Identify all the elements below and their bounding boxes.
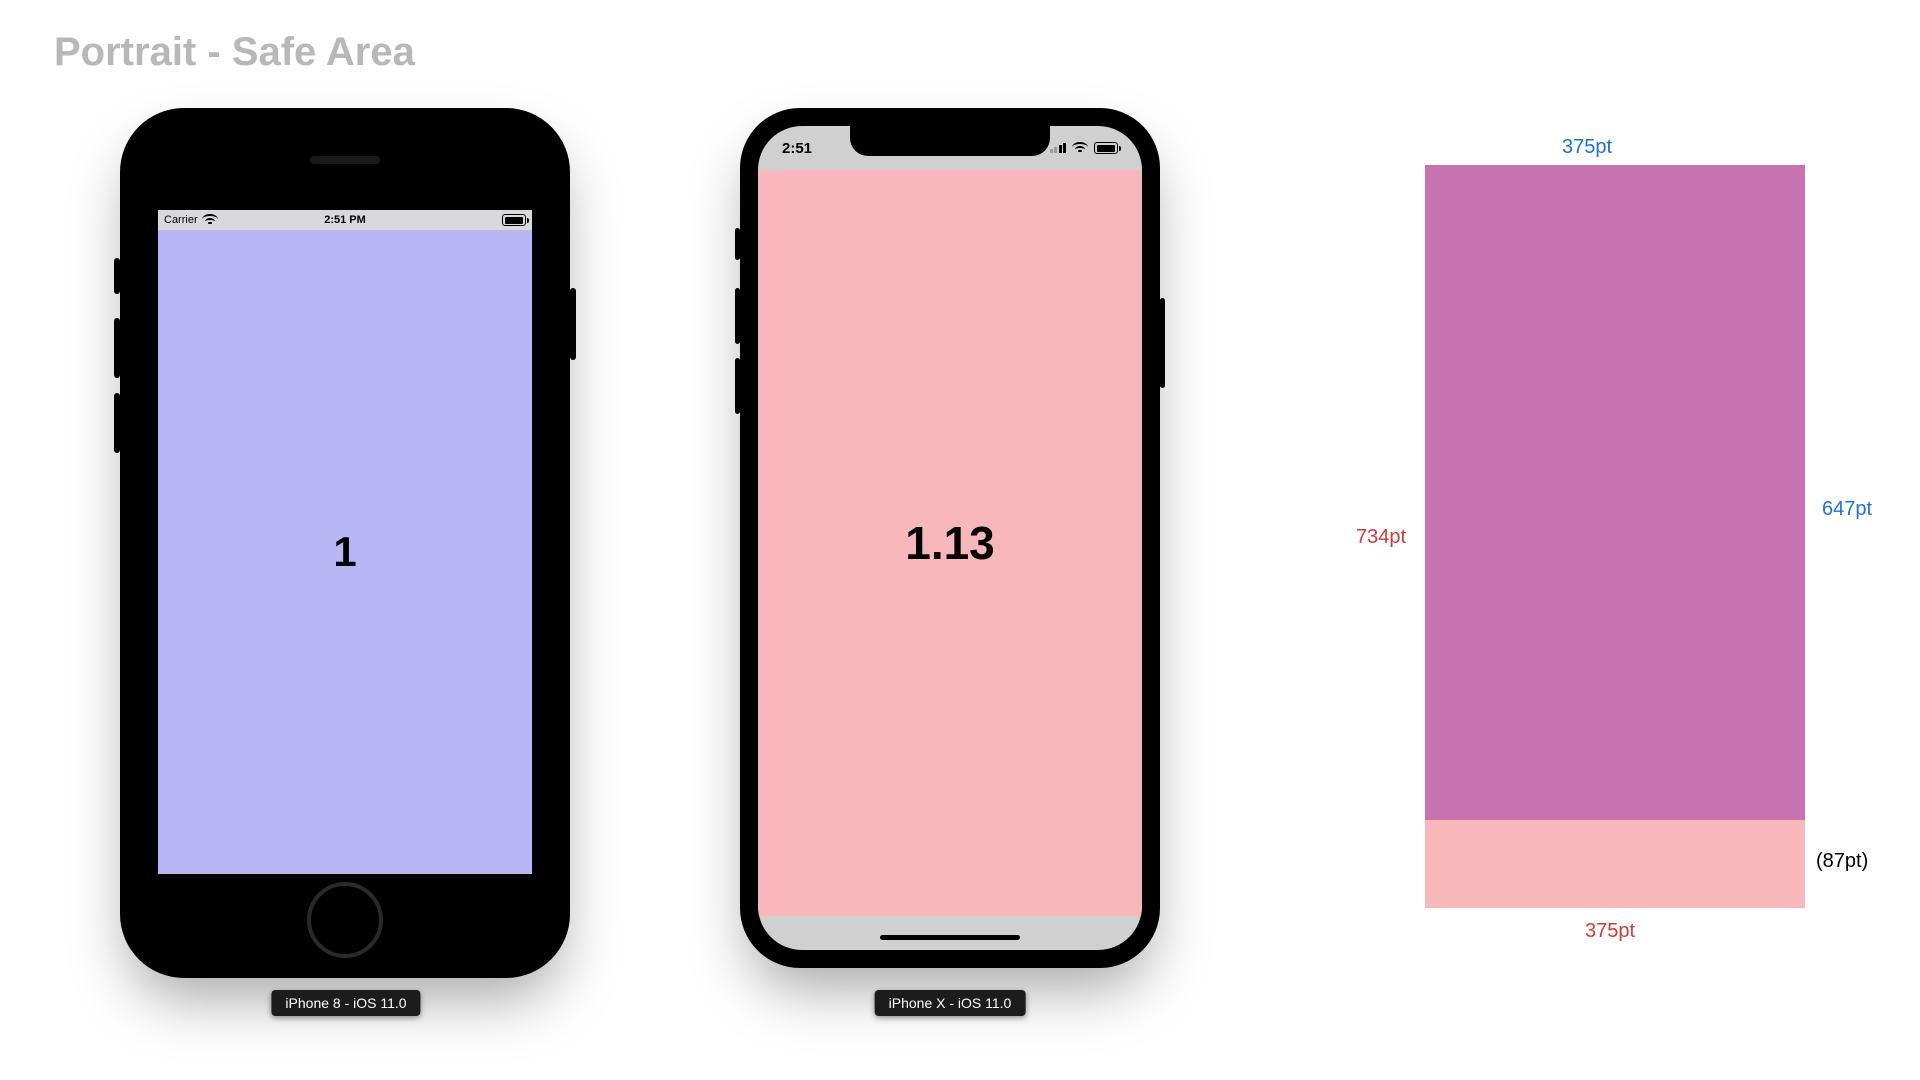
home-button [307, 882, 383, 958]
dim-bottom-width: 375pt [1585, 920, 1635, 943]
mute-switch [735, 228, 740, 260]
wifi-icon [1072, 142, 1088, 154]
device-iphone-8: Carrier 2:51 PM 1 [120, 108, 570, 978]
ratio-value: 1.13 [905, 516, 995, 570]
page-title: Portrait - Safe Area [54, 30, 415, 75]
power-button [1160, 298, 1165, 388]
ratio-value: 1 [333, 528, 356, 576]
mute-switch [114, 258, 120, 294]
safe-area-iphone-8: 1 [158, 230, 532, 874]
safe-area-iphone-x: 1.13 [758, 170, 1142, 916]
notch [850, 126, 1050, 156]
volume-down-button [735, 358, 740, 414]
volume-down-button [114, 393, 120, 453]
status-bar-right [502, 214, 526, 226]
dim-left-height: 734pt [1356, 526, 1406, 549]
caption-iphone-x: iPhone X - iOS 11.0 [875, 990, 1026, 1016]
volume-up-button [114, 318, 120, 378]
device-iphone-x: 2:51 1.13 [740, 108, 1160, 968]
battery-icon [502, 214, 526, 226]
volume-up-button [735, 288, 740, 344]
safe-area-overlay-diagram [1425, 165, 1805, 908]
status-bar-time: 2:51 [782, 140, 812, 157]
dim-right-height: 647pt [1822, 498, 1872, 521]
screen: Carrier 2:51 PM 1 [158, 210, 532, 874]
screen: 2:51 1.13 [758, 126, 1142, 950]
dim-top-width: 375pt [1562, 136, 1612, 159]
overlay-overlap-rect [1425, 165, 1805, 820]
overlay-extra-rect [1425, 820, 1805, 908]
status-bar-right [1050, 142, 1119, 154]
status-bar: Carrier 2:51 PM [158, 210, 532, 230]
cellular-bars-icon [1050, 143, 1067, 153]
power-button [570, 288, 576, 360]
caption-iphone-8: iPhone 8 - iOS 11.0 [271, 990, 420, 1016]
earpiece [310, 156, 380, 164]
battery-icon [1094, 142, 1118, 154]
status-bar-time: 2:51 PM [158, 214, 532, 226]
dim-extra-height: (87pt) [1816, 850, 1868, 873]
home-indicator [880, 935, 1020, 940]
